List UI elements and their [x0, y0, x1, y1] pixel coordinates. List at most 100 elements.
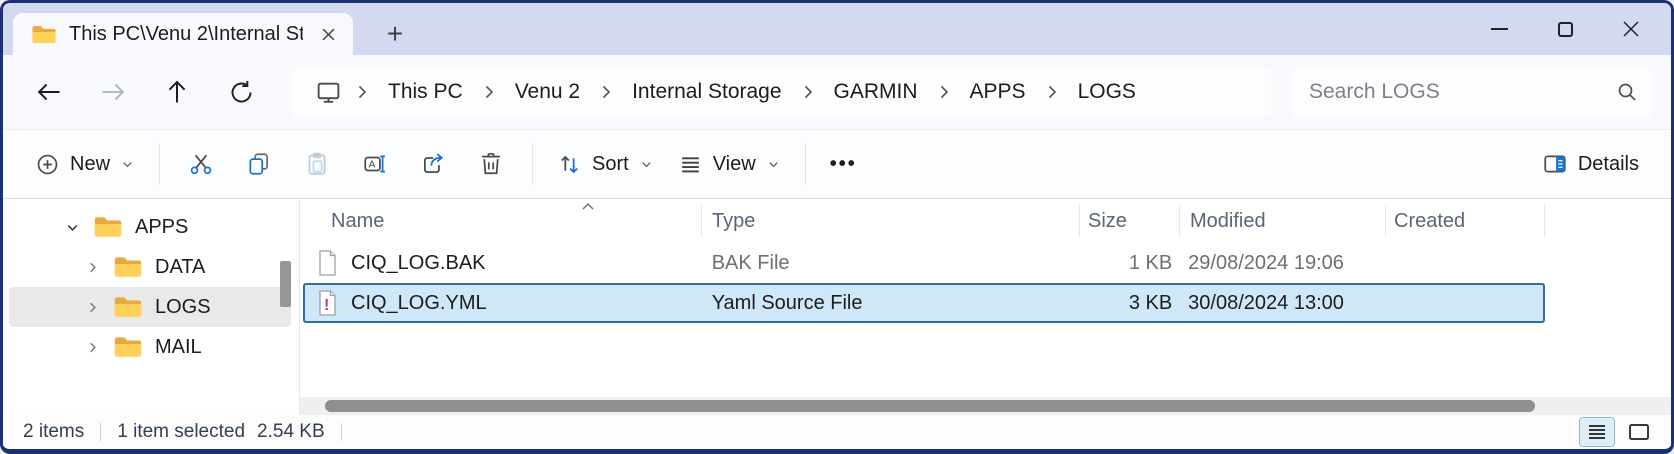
file-name: CIQ_LOG.BAK: [351, 252, 486, 275]
file-type: BAK File: [702, 245, 1079, 281]
status-divider: [341, 423, 342, 441]
minimize-button[interactable]: [1489, 19, 1509, 39]
copy-button[interactable]: [230, 140, 288, 188]
new-button[interactable]: New: [23, 144, 147, 185]
folder-icon: [31, 24, 57, 45]
file-size: 3 KB: [1078, 285, 1178, 321]
maximize-button[interactable]: [1555, 19, 1575, 39]
breadcrumb-chevron-icon: [352, 84, 372, 100]
breadcrumb-item-this-pc[interactable]: This PC: [374, 76, 477, 108]
column-header-size[interactable]: Size: [1079, 205, 1179, 237]
sort-ascending-caret-icon: [581, 201, 595, 211]
column-headers: Name Type Size Modified Created: [303, 199, 1545, 243]
explorer-body: APPS DATA LOGS: [3, 199, 1671, 415]
items-count: 2 items: [23, 421, 84, 443]
breadcrumb-item-logs[interactable]: LOGS: [1064, 76, 1150, 108]
file-list: Name Type Size Modified Created CIQ_LOG.…: [300, 199, 1671, 415]
file-created: [1384, 245, 1543, 281]
delete-button[interactable]: [462, 140, 520, 188]
chevron-down-icon: [639, 157, 654, 172]
file-modified: 29/08/2024 19:06: [1178, 245, 1383, 281]
chevron-right-icon[interactable]: [75, 340, 109, 355]
navigation-bar: This PC Venu 2 Internal Storage GARMIN A…: [3, 55, 1671, 129]
sidebar-item-label: MAIL: [155, 336, 202, 359]
details-pane-icon: [1542, 151, 1568, 177]
navigation-pane: APPS DATA LOGS: [3, 199, 300, 415]
file-row-ciq-log-yml[interactable]: ! CIQ_LOG.YML Yaml Source File 3 KB 30/0…: [303, 283, 1545, 323]
details-button-label: Details: [1578, 153, 1639, 176]
share-button[interactable]: [404, 140, 462, 188]
thumbnails-view-toggle[interactable]: [1621, 417, 1657, 447]
breadcrumb-chevron-icon: [798, 84, 818, 100]
breadcrumb: This PC Venu 2 Internal Storage GARMIN A…: [291, 68, 1271, 116]
view-button-label: View: [713, 153, 756, 176]
file-modified: 30/08/2024 13:00: [1178, 285, 1383, 321]
column-header-created[interactable]: Created: [1385, 205, 1545, 237]
column-header-name[interactable]: Name: [303, 205, 701, 237]
file-row-ciq-log-bak[interactable]: CIQ_LOG.BAK BAK File 1 KB 29/08/2024 19:…: [303, 243, 1545, 283]
breadcrumb-chevron-icon: [596, 84, 616, 100]
sidebar-item-mail[interactable]: MAIL: [9, 327, 291, 367]
more-options-button[interactable]: •••: [818, 145, 869, 184]
sort-button[interactable]: Sort: [545, 144, 666, 185]
status-bar: 2 items 1 item selected 2.54 KB: [3, 415, 1671, 449]
rename-button[interactable]: A: [346, 140, 404, 188]
breadcrumb-chevron-icon: [1042, 84, 1062, 100]
breadcrumb-item-apps[interactable]: APPS: [956, 76, 1040, 108]
chevron-right-icon[interactable]: [75, 300, 109, 315]
sort-icon: [557, 152, 582, 177]
explorer-tab[interactable]: This PC\Venu 2\Internal Storag: [13, 13, 353, 55]
view-button[interactable]: View: [666, 144, 793, 185]
details-view-toggle[interactable]: [1579, 417, 1615, 447]
column-header-modified[interactable]: Modified: [1179, 205, 1385, 237]
up-button[interactable]: [155, 70, 199, 114]
paste-button[interactable]: [288, 140, 346, 188]
plus-circle-icon: [35, 152, 60, 177]
chevron-down-icon: [120, 157, 135, 172]
tab-close-icon[interactable]: [315, 21, 341, 47]
search-box[interactable]: [1291, 68, 1653, 116]
cut-button[interactable]: [172, 140, 230, 188]
horizontal-scrollbar-thumb[interactable]: [325, 400, 1535, 412]
folder-icon: [113, 255, 143, 279]
tab-bar: This PC\Venu 2\Internal Storag +: [3, 3, 1671, 55]
sidebar-scrollbar-thumb[interactable]: [280, 261, 291, 307]
chevron-right-icon[interactable]: [75, 260, 109, 275]
yaml-alert-file-icon: !: [315, 289, 339, 317]
chevron-down-icon: [766, 157, 781, 172]
folder-icon: [113, 295, 143, 319]
sidebar-item-label: APPS: [135, 216, 188, 239]
new-tab-button[interactable]: +: [375, 13, 415, 55]
selection-count: 1 item selected: [117, 421, 245, 443]
view-toggles: [1579, 417, 1657, 447]
file-name: CIQ_LOG.YML: [351, 292, 487, 315]
window-controls: [1489, 19, 1671, 39]
chevron-down-icon[interactable]: [55, 220, 89, 235]
horizontal-scrollbar[interactable]: [300, 397, 1671, 415]
new-button-label: New: [70, 153, 110, 176]
ellipsis-icon: •••: [830, 153, 857, 176]
details-pane-button[interactable]: Details: [1530, 143, 1651, 185]
column-header-type[interactable]: Type: [701, 205, 1079, 237]
sidebar-item-data[interactable]: DATA: [9, 247, 291, 287]
sort-button-label: Sort: [592, 153, 629, 176]
sidebar-item-apps[interactable]: APPS: [9, 207, 291, 247]
svg-text:A: A: [369, 160, 376, 171]
this-pc-icon[interactable]: [307, 79, 350, 106]
close-button[interactable]: [1621, 19, 1641, 39]
breadcrumb-item-garmin[interactable]: GARMIN: [820, 76, 932, 108]
file-size: 1 KB: [1078, 245, 1178, 281]
search-input[interactable]: [1309, 80, 1615, 104]
breadcrumb-item-venu-2[interactable]: Venu 2: [501, 76, 594, 108]
refresh-button[interactable]: [219, 70, 263, 114]
folder-icon: [113, 335, 143, 359]
status-divider: [100, 423, 101, 441]
breadcrumb-item-internal-storage[interactable]: Internal Storage: [618, 76, 795, 108]
search-icon[interactable]: [1615, 80, 1639, 104]
selection-size: 2.54 KB: [257, 421, 325, 443]
forward-button[interactable]: [91, 70, 135, 114]
sidebar-item-logs[interactable]: LOGS: [9, 287, 291, 327]
sidebar-item-label: DATA: [155, 256, 205, 279]
blank-file-icon: [315, 249, 339, 277]
back-button[interactable]: [27, 70, 71, 114]
